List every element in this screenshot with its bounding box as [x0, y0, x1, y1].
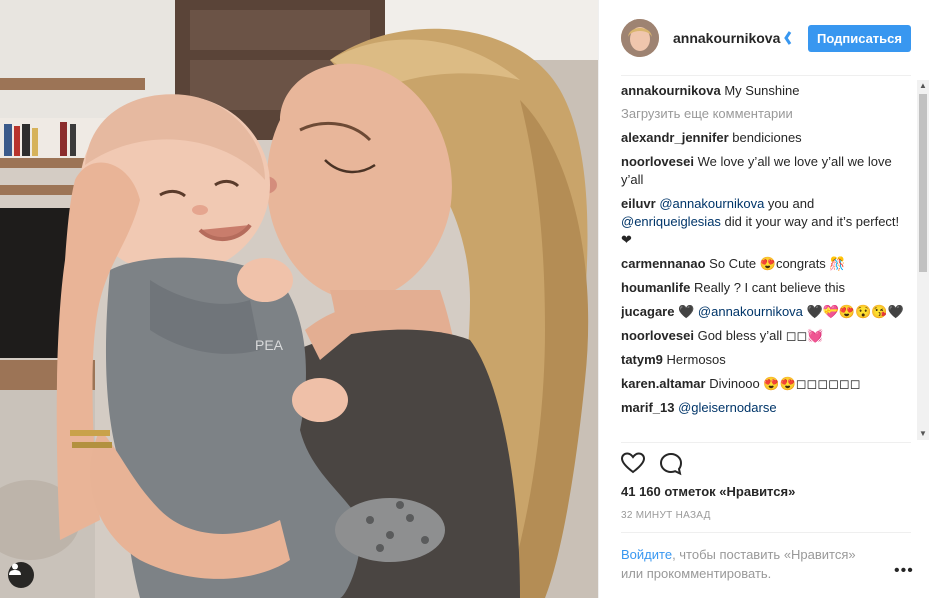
more-options-icon[interactable]: •••	[894, 562, 914, 580]
comment-text: Divinooo 😍😍◻◻◻◻◻◻	[709, 376, 861, 391]
mention-link[interactable]: @annakournikova	[659, 196, 764, 211]
post-header: annakournikova Подписаться	[621, 16, 911, 60]
list-item: noorlovesei God bless y’all ◻◻💓	[621, 327, 911, 345]
divider	[621, 442, 911, 443]
comment-username[interactable]: noorlovesei	[621, 154, 694, 169]
login-prompt: Войдите, чтобы поставить «Нравится» или …	[621, 545, 876, 583]
mention-link[interactable]: @annakournikova	[698, 304, 803, 319]
list-item: carmennanao So Cute 😍congrats 🎊	[621, 255, 911, 273]
divider	[621, 75, 911, 76]
header-username[interactable]: annakournikova	[673, 30, 780, 46]
comment-username[interactable]: jucagare	[621, 304, 674, 319]
comment-text: God bless y’all ◻◻💓	[697, 328, 824, 343]
follow-button[interactable]: Подписаться	[807, 24, 911, 52]
comment-username[interactable]: alexandr_jennifer	[621, 130, 729, 145]
user-tag-icon[interactable]	[8, 562, 34, 588]
comments-scrollbar[interactable]: ▲ ▼	[917, 80, 929, 440]
mention-link[interactable]: @enriqueiglesias	[621, 214, 721, 229]
verified-badge-icon	[784, 31, 794, 45]
comment-list: annakournikova My Sunshine Загрузить еще…	[621, 82, 911, 442]
svg-text:PEA: PEA	[255, 337, 284, 353]
comment-username[interactable]: noorlovesei	[621, 328, 694, 343]
list-item: jucagare 🖤 @annakournikova 🖤💝😍😯😘🖤	[621, 303, 911, 321]
comment-text: bendiciones	[732, 130, 802, 145]
mention-link[interactable]: @gleisernodarse	[678, 400, 776, 415]
post-photo[interactable]: PEA	[0, 0, 598, 598]
post-sidebar: annakournikova Подписаться annakournikov…	[598, 0, 930, 598]
load-more-comments-link[interactable]: Загрузить еще комментарии	[621, 106, 911, 121]
comment-username[interactable]: annakournikova	[621, 83, 721, 98]
avatar[interactable]	[621, 19, 659, 57]
divider	[621, 532, 911, 533]
list-item: houmanlife Really ? I cant believe this	[621, 279, 911, 297]
instagram-post: PEA annakournikova Подписаться annakourn…	[0, 0, 930, 598]
post-actions	[620, 452, 683, 479]
scroll-down-arrow-icon[interactable]: ▼	[917, 428, 929, 440]
comment-username[interactable]: tatym9	[621, 352, 663, 367]
scroll-up-arrow-icon[interactable]: ▲	[917, 80, 929, 92]
list-item: karen.altamar Divinooo 😍😍◻◻◻◻◻◻	[621, 375, 911, 393]
comment-username[interactable]: carmennanao	[621, 256, 706, 271]
comment-username[interactable]: houmanlife	[621, 280, 690, 295]
caption: annakournikova My Sunshine	[621, 82, 911, 100]
comment-username[interactable]: marif_13	[621, 400, 674, 415]
comment-text: 🖤💝😍😯😘🖤	[802, 304, 904, 319]
comment-text: My Sunshine	[724, 83, 800, 98]
list-item: tatym9 Hermosos	[621, 351, 911, 369]
comment-username[interactable]: karen.altamar	[621, 376, 706, 391]
comment-text: Hermosos	[666, 352, 726, 367]
heart-icon[interactable]	[620, 452, 646, 479]
comment-text: 🖤	[678, 304, 698, 319]
comment-text: you and	[764, 196, 815, 211]
list-item: marif_13 @gleisernodarse	[621, 399, 911, 417]
list-item: eiluvr @annakournikova you and @enriquei…	[621, 195, 911, 249]
comment-text: Really ? I cant believe this	[693, 280, 845, 295]
list-item: noorlovesei We love y’all we love y’all …	[621, 153, 911, 189]
comment-icon[interactable]	[659, 452, 683, 479]
list-item: alexandr_jennifer bendiciones	[621, 129, 911, 147]
login-link[interactable]: Войдите	[621, 547, 672, 562]
comment-username[interactable]: eiluvr	[621, 196, 656, 211]
post-timestamp[interactable]: 32 МИНУТ НАЗАД	[621, 510, 711, 521]
scrollbar-thumb[interactable]	[919, 94, 927, 272]
comment-text: So Cute 😍congrats 🎊	[709, 256, 846, 271]
photo-illustration: PEA	[0, 0, 598, 598]
likes-count[interactable]: 41 160 отметок «Нравится»	[621, 484, 795, 499]
